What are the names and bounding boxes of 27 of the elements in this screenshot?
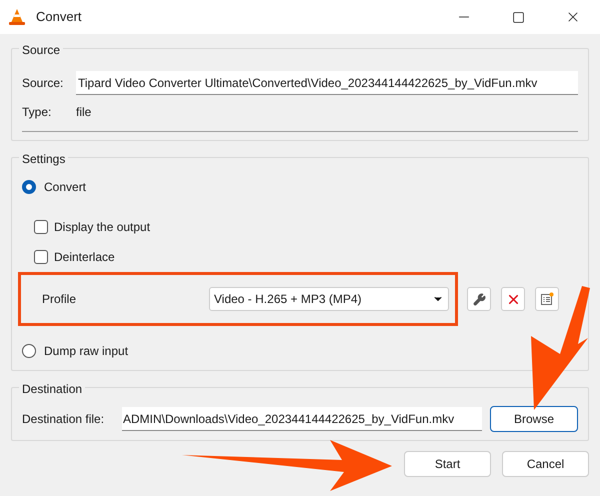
- profile-dropdown[interactable]: Video - H.265 + MP3 (MP4): [209, 287, 449, 311]
- destination-field[interactable]: ADMIN\Downloads\Video_202344144422625_by_VidFun.mkv: [122, 407, 482, 431]
- radio-label: Dump raw input: [44, 343, 128, 360]
- list-icon: [540, 292, 554, 306]
- radio-label: Convert: [44, 179, 86, 196]
- window-title: Convert: [36, 8, 82, 26]
- wrench-icon: [472, 292, 486, 306]
- cancel-button[interactable]: Cancel: [502, 451, 589, 477]
- delete-profile-button[interactable]: [501, 287, 525, 311]
- radio-button[interactable]: [22, 344, 36, 358]
- start-button[interactable]: Start: [404, 451, 491, 477]
- type-value: file: [76, 104, 92, 121]
- field-label: Type:: [22, 104, 52, 121]
- new-profile-button[interactable]: [535, 287, 559, 311]
- source-field[interactable]: Tipard Video Converter Ultimate\Converted\Video_202344144422625_by_VidFun.mkv: [76, 71, 578, 95]
- cone-icon: [8, 8, 26, 26]
- browse-button[interactable]: Browse: [490, 406, 578, 432]
- radio-button[interactable]: [22, 180, 36, 194]
- edit-profile-button[interactable]: [467, 287, 491, 311]
- field-label: Source:: [22, 75, 64, 92]
- field-label: Destination file:: [22, 411, 106, 428]
- maximize-icon[interactable]: [512, 10, 525, 24]
- checkbox-label: Deinterlace: [54, 249, 115, 266]
- checkbox[interactable]: [34, 220, 48, 234]
- checkbox-label: Display the output: [54, 219, 150, 236]
- checkbox[interactable]: [34, 250, 48, 264]
- profile-label: Profile: [42, 291, 78, 308]
